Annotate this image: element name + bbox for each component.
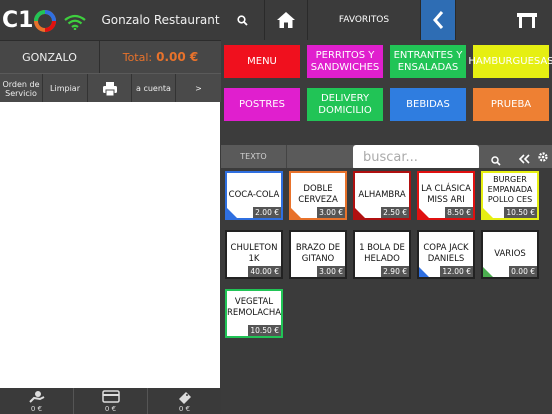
product-color-marker: [291, 208, 301, 218]
search-input[interactable]: [353, 145, 479, 170]
service-order-button[interactable]: Orden de Servicio: [0, 74, 43, 103]
product-name: DOBLE CERVEZA: [298, 184, 338, 205]
product-name: BRAZO DE GITANO: [295, 243, 341, 264]
product-price: 12.00 €: [440, 266, 473, 277]
product-name: COPA JACK DANIELS: [423, 243, 469, 264]
product-name: LA CLÁSICA MISS ARI: [421, 184, 471, 205]
order-total: Total: 0.00 €: [100, 41, 221, 74]
user-bar: GONZALO Total: 0.00 €: [0, 40, 221, 74]
product-grid: COCA-COLA 2.00 € DOBLE CERVEZA 3.00 € AL…: [221, 168, 552, 414]
back-button[interactable]: [421, 0, 456, 40]
product-price: 0.00 €: [509, 266, 537, 277]
product-color-marker: [227, 208, 237, 218]
total-amount: 0.00 €: [156, 50, 199, 64]
cash-payment-button[interactable]: 0 €: [0, 388, 74, 414]
product-price: 10.50 €: [504, 207, 537, 218]
search-icon: [237, 14, 248, 26]
product-color-marker: [419, 267, 429, 277]
product-price: 40.00 €: [248, 266, 281, 277]
product-price: 8.50 €: [445, 207, 473, 218]
logo-ring-icon: [34, 10, 57, 32]
product-item[interactable]: LA CLÁSICA MISS ARI 8.50 €: [417, 171, 475, 220]
home-icon: [277, 12, 295, 28]
wifi-icon: [64, 14, 86, 30]
category-menu[interactable]: MENU: [224, 45, 300, 78]
category-delivery-domicilio[interactable]: DELIVERY DOMICILIO: [307, 88, 383, 121]
product-item[interactable]: COCA-COLA 2.00 €: [225, 171, 283, 220]
product-color-marker: [483, 208, 493, 218]
restaurant-name: Gonzalo Restaurant: [101, 13, 220, 27]
product-item[interactable]: DOBLE CERVEZA 3.00 €: [289, 171, 347, 220]
product-price: 2.50 €: [381, 207, 409, 218]
total-label: Total:: [122, 51, 153, 64]
cash-amount: 0 €: [30, 405, 43, 413]
product-price: 3.00 €: [317, 266, 345, 277]
category-grid: MENU PERRITOS Y SANDWICHES ENTRANTES Y E…: [221, 40, 552, 145]
product-item[interactable]: VARIOS 0.00 €: [481, 230, 539, 279]
product-color-marker: [419, 208, 429, 218]
gear-icon: [538, 152, 548, 162]
product-item[interactable]: CHULETON 1K 40.00 €: [225, 230, 283, 279]
home-button[interactable]: [265, 0, 308, 40]
product-name: ALHAMBRA: [358, 190, 406, 200]
category-bebidas[interactable]: BEBIDAS: [390, 88, 466, 121]
voucher-payment-button[interactable]: 0 €: [148, 388, 221, 414]
product-item[interactable]: 1 BOLA DE HELADO 2.90 €: [353, 230, 411, 279]
app-header: C1 Gonzalo Restaurant: [0, 0, 221, 40]
print-button[interactable]: [88, 74, 132, 103]
collapse-button[interactable]: [518, 150, 530, 169]
chevron-left-icon: [433, 11, 444, 29]
product-item[interactable]: BRAZO DE GITANO 3.00 €: [289, 230, 347, 279]
payment-bar: 0 € 0 € 0 €: [0, 388, 221, 414]
voucher-amount: 0 €: [178, 405, 191, 413]
order-lines-list[interactable]: [0, 102, 220, 388]
product-price: 2.90 €: [381, 266, 409, 277]
product-item[interactable]: VEGETAL REMOLACHA 10.50 €: [225, 289, 283, 338]
product-name: VEGETAL REMOLACHA: [227, 297, 282, 318]
settings-button[interactable]: [536, 149, 550, 168]
ticket-icon: [178, 392, 191, 404]
text-mode-tab[interactable]: TEXTO: [221, 145, 287, 168]
product-item[interactable]: COPA JACK DANIELS 12.00 €: [417, 230, 475, 279]
order-actions: Orden de Servicio Limpiar a cuenta >: [0, 73, 221, 103]
card-amount: 0 €: [104, 405, 117, 413]
product-name: BURGER EMPANADA POLLO CES: [487, 175, 533, 204]
credit-card-icon: [101, 390, 120, 403]
product-price: 2.00 €: [253, 207, 281, 218]
cash-hand-icon: [28, 391, 44, 403]
product-color-marker: [483, 267, 493, 277]
favorites-button[interactable]: FAVORITOS: [308, 0, 421, 40]
search-button[interactable]: [221, 0, 265, 40]
order-panel: C1 Gonzalo Restaurant GONZALO Total: 0.00…: [0, 0, 221, 414]
logo-text: C1: [2, 8, 34, 33]
table-icon: [517, 13, 537, 28]
app-logo: C1: [2, 9, 63, 33]
waiter-name[interactable]: GONZALO: [0, 41, 100, 74]
next-button[interactable]: >: [176, 74, 221, 103]
product-item[interactable]: ALHAMBRA 2.50 €: [353, 171, 411, 220]
category-prueba[interactable]: PRUEBA: [473, 88, 549, 121]
top-toolbar: FAVORITOS: [221, 0, 552, 40]
product-search-bar: TEXTO: [221, 145, 552, 170]
tables-button[interactable]: [456, 0, 552, 40]
product-name: CHULETON 1K: [230, 243, 278, 264]
clear-button[interactable]: Limpiar: [43, 74, 88, 103]
product-name: COCA-COLA: [228, 190, 280, 200]
product-price: 10.50 €: [248, 325, 281, 336]
category-postres[interactable]: POSTRES: [224, 88, 300, 121]
product-name: 1 BOLA DE HELADO: [359, 243, 405, 264]
double-chevron-left-icon: [518, 154, 530, 164]
card-payment-button[interactable]: 0 €: [74, 388, 148, 414]
search-icon: [491, 156, 501, 166]
product-name: VARIOS: [494, 249, 526, 259]
category-perritos-sandwiches[interactable]: PERRITOS Y SANDWICHES: [307, 45, 383, 78]
product-price: 3.00 €: [317, 207, 345, 218]
on-account-button[interactable]: a cuenta: [132, 74, 176, 103]
product-item[interactable]: BURGER EMPANADA POLLO CES 10.50 €: [481, 171, 539, 220]
printer-icon: [102, 81, 117, 96]
product-color-marker: [355, 208, 365, 218]
category-entrantes-ensaladas[interactable]: ENTRANTES Y ENSALADAS: [390, 45, 466, 78]
category-hamburguesas[interactable]: HAMBURGUESAS: [468, 45, 552, 78]
